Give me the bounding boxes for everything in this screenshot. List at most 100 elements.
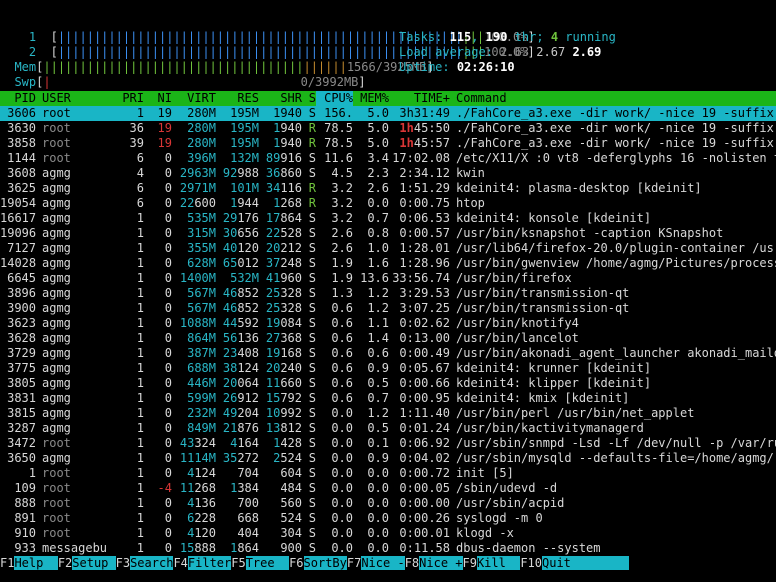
process-pid: 6645 bbox=[7, 271, 36, 285]
process-mem: 0.9 bbox=[367, 451, 389, 465]
process-virt: 535M bbox=[187, 211, 216, 225]
fkey-f4[interactable]: F4 bbox=[173, 556, 188, 570]
process-row[interactable]: 3606 root 1 19 280M 195M 1940 S 156. 5.0 3h31:49 ./… bbox=[0, 106, 776, 121]
process-time: 1h45:57 bbox=[399, 136, 450, 150]
process-res: 65012 bbox=[222, 256, 259, 270]
process-row[interactable]: 3896 agmg 1 0 567M 46852 25328 S 1.3 1.2 3:29.53/u… bbox=[0, 286, 776, 301]
column-header-virt[interactable]: VIRT bbox=[172, 91, 216, 106]
process-row[interactable]: 891 root 1 0 6228 668 524 S 0.0 0.0 0:00.26 syslogd… bbox=[0, 511, 776, 526]
process-user: agmg bbox=[42, 181, 71, 195]
process-s: S bbox=[308, 256, 316, 270]
process-pri: 1 bbox=[136, 406, 144, 420]
process-pri: 1 bbox=[136, 271, 144, 285]
process-user: root bbox=[42, 466, 71, 480]
fkey-label-f10[interactable]: Quit bbox=[542, 556, 629, 570]
column-header-s[interactable]: S bbox=[302, 91, 316, 106]
process-s: S bbox=[308, 166, 316, 180]
process-row[interactable]: 3287 agmg 1 0 849M 21876 13812 S 0.0 0.5 0:01.24/u… bbox=[0, 421, 776, 436]
column-header-cpu[interactable]: CPU% bbox=[316, 91, 353, 106]
fkey-f1[interactable]: F1 bbox=[0, 556, 15, 570]
fkey-f9[interactable]: F9 bbox=[462, 556, 477, 570]
process-row[interactable]: 6645 agmg 1 0 1400M 532M 41960 S 1.9 13.6 33:56.74… bbox=[0, 271, 776, 286]
column-header-command[interactable]: Command bbox=[450, 91, 776, 106]
fkey-f10[interactable]: F10 bbox=[520, 556, 542, 570]
process-row[interactable]: 3805 agmg 1 0 446M 20064 11660 S 0.6 0.5 0:00.66 kd… bbox=[0, 376, 776, 391]
process-row[interactable]: 16617 agmg 1 0 535M 29176 17864 S 3.2 0.7 0:06.53 k… bbox=[0, 211, 776, 226]
process-row[interactable]: 3815 agmg 1 0 232M 49204 10992 S 0.0 1.2 1:11.40/u… bbox=[0, 406, 776, 421]
fkey-label-f2[interactable]: Setup bbox=[72, 556, 116, 570]
column-header-pri[interactable]: PRI bbox=[116, 91, 144, 106]
process-s: S bbox=[308, 241, 316, 255]
process-mem: 1.2 bbox=[367, 286, 389, 300]
fkey-f5[interactable]: F5 bbox=[231, 556, 246, 570]
process-row[interactable]: 888 root 1 0 4136 700 560 S 0.0 0.0 0:00.00/usr/sb… bbox=[0, 496, 776, 511]
fkey-label-f9[interactable]: Kill bbox=[476, 556, 521, 570]
process-s: S bbox=[308, 451, 316, 465]
process-cmd: syslogd -m 0 bbox=[456, 511, 543, 525]
process-res: 1864 bbox=[230, 541, 259, 555]
fkey-f2[interactable]: F2 bbox=[57, 556, 73, 570]
process-row[interactable]: 1144 root 6 0 396M 132M 89916 S 11.6 3.4 17:02.08 /… bbox=[0, 151, 776, 166]
process-shr: 1268 bbox=[273, 196, 302, 210]
column-header-time[interactable]: TIME+ bbox=[389, 91, 450, 106]
process-user: messagebu bbox=[42, 541, 108, 555]
process-row[interactable]: 3831 agmg 1 0 599M 26912 15792 S 0.6 0.7 0:00.95 kd… bbox=[0, 391, 776, 406]
process-row[interactable]: 1 root 1 0 4124 704 604 S 0.0 0.0 0:00.72 init [5] bbox=[0, 466, 776, 481]
process-row[interactable]: 7127 agmg 1 0 355M 40120 20212 S 2.6 1.0 1:28.01/u… bbox=[0, 241, 776, 256]
fkey-f3[interactable]: F3 bbox=[115, 556, 131, 570]
process-row[interactable]: 3650 agmg 1 0 1114M 35272 2524 S 0.0 0.9 0:04.02/u… bbox=[0, 451, 776, 466]
process-user: root bbox=[42, 136, 71, 150]
process-row[interactable]: 933 messagebu 1 0 15888 1864 900 S 0.0 0.0 0:11.58… bbox=[0, 541, 776, 556]
fkey-f7[interactable]: F7 bbox=[346, 556, 362, 570]
process-row[interactable]: 3625 agmg 6 0 2971M 101M 34116 R 3.2 2.6 1:51.29 kd… bbox=[0, 181, 776, 196]
column-header-user[interactable]: USER bbox=[36, 91, 116, 106]
process-virt: 446M bbox=[187, 376, 216, 390]
process-ni: 0 bbox=[164, 436, 172, 450]
fkey-label-f5[interactable]: Tree bbox=[245, 556, 290, 570]
process-row[interactable]: 3628 agmg 1 0 864M 56136 27368 S 0.6 1.4 0:13.00/u… bbox=[0, 331, 776, 346]
process-user: agmg bbox=[42, 391, 71, 405]
process-s: S bbox=[308, 106, 316, 120]
process-table-header[interactable]: PID USER PRI NI VIRT RES SHR S CPU% MEM% TIME+ Comm… bbox=[0, 91, 776, 106]
process-row[interactable]: 3608 agmg 4 0 2963M 92988 36860 S 4.5 2.3 2:34.12 k… bbox=[0, 166, 776, 181]
process-row[interactable]: 109 root 1 -4 11268 1384 484 S 0.0 0.0 0:00.05/sbi… bbox=[0, 481, 776, 496]
process-row[interactable]: 3472 root 1 0 43324 4164 1428 S 0.0 0.1 0:06.92/us… bbox=[0, 436, 776, 451]
process-row[interactable]: 14028 agmg 1 0 628M 65012 37248 S 1.9 1.6 1:28.96 /… bbox=[0, 256, 776, 271]
process-pid: 3831 bbox=[7, 391, 36, 405]
column-header-res[interactable]: RES bbox=[216, 91, 259, 106]
fkey-label-f3[interactable]: Search bbox=[130, 556, 174, 570]
column-header-shr[interactable]: SHR bbox=[259, 91, 302, 106]
process-row[interactable]: 910 root 1 0 4120 404 304 S 0.0 0.0 0:00.01 klogd -… bbox=[0, 526, 776, 541]
process-shr: 560 bbox=[280, 496, 302, 510]
fkey-label-f6[interactable]: SortBy bbox=[303, 556, 347, 570]
column-header-mem[interactable]: MEM% bbox=[353, 91, 389, 106]
process-row[interactable]: 3630 root 36 19 280M 195M 1940 R 78.5 5.0 1h45:50.… bbox=[0, 121, 776, 136]
process-row[interactable]: 19054 agmg 6 0 22600 1944 1268 R 3.2 0.0 0:00.75 ht… bbox=[0, 196, 776, 211]
process-s: S bbox=[308, 436, 316, 450]
process-pid: 3896 bbox=[7, 286, 36, 300]
process-row[interactable]: 3858 root 39 19 280M 195M 1940 R 78.5 5.0 1h45:57.… bbox=[0, 136, 776, 151]
process-virt: 11268 bbox=[179, 481, 216, 495]
fkey-label-f1[interactable]: Help bbox=[14, 556, 58, 570]
process-res: 21876 bbox=[222, 421, 259, 435]
process-mem: 0.0 bbox=[367, 481, 389, 495]
process-row[interactable]: 3623 agmg 1 0 1088M 44592 19084 S 0.6 1.1 0:02.62 /… bbox=[0, 316, 776, 331]
process-row[interactable]: 19096 agmg 1 0 315M 30656 22528 S 2.6 0.8 0:00.57 /… bbox=[0, 226, 776, 241]
process-row[interactable]: 3775 agmg 1 0 688M 38124 20240 S 0.6 0.9 0:05.67 kd… bbox=[0, 361, 776, 376]
fkey-f6[interactable]: F6 bbox=[289, 556, 304, 570]
process-row[interactable]: 3900 agmg 1 0 567M 46852 25328 S 0.6 1.2 3:07.25/u… bbox=[0, 301, 776, 316]
fkey-label-f7[interactable]: Nice - bbox=[361, 556, 405, 570]
process-virt: 387M bbox=[187, 346, 216, 360]
process-row[interactable]: 3729 agmg 1 0 387M 23408 19168 S 0.6 0.6 0:00.49/u… bbox=[0, 346, 776, 361]
fkey-label-f4[interactable]: Filter bbox=[187, 556, 232, 570]
column-header-ni[interactable]: NI bbox=[144, 91, 172, 106]
process-user: agmg bbox=[42, 211, 71, 225]
column-header-pid[interactable]: PID bbox=[0, 91, 36, 106]
process-user: root bbox=[42, 106, 71, 120]
process-mem: 1.2 bbox=[367, 406, 389, 420]
fkey-label-f8[interactable]: Nice + bbox=[419, 556, 463, 570]
process-ni: 0 bbox=[164, 226, 172, 240]
process-shr: 484 bbox=[280, 481, 302, 495]
fkey-f8[interactable]: F8 bbox=[404, 556, 420, 570]
process-res: 704 bbox=[237, 466, 259, 480]
